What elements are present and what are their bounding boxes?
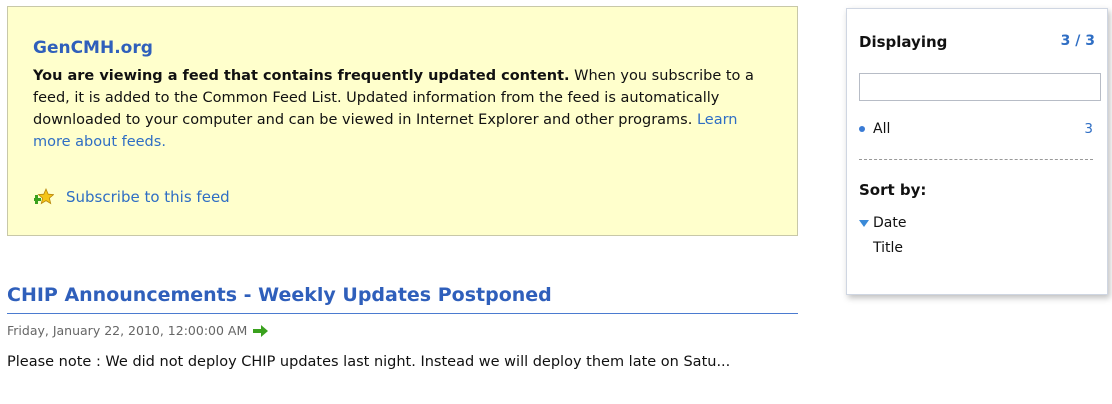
subscribe-label[interactable]: Subscribe to this feed	[66, 188, 230, 206]
divider	[859, 159, 1093, 160]
sort-option-title[interactable]: Title	[873, 240, 903, 256]
search-input[interactable]	[859, 73, 1101, 101]
filter-all-label[interactable]: All	[873, 121, 890, 137]
filter-all-row[interactable]: All 3	[859, 121, 1093, 137]
feed-description: You are viewing a feed that contains fre…	[33, 65, 771, 153]
displaying-label: Displaying	[859, 33, 948, 51]
sort-label: Sort by:	[859, 181, 927, 199]
displaying-row: Displaying 3 / 3	[859, 33, 1095, 51]
feed-site-title[interactable]: GenCMH.org	[33, 37, 771, 59]
subscribe-link[interactable]: Subscribe to this feed	[34, 188, 230, 206]
article-body: Please note : We did not deploy CHIP upd…	[7, 354, 731, 370]
bullet-icon	[859, 126, 865, 132]
filter-panel: Displaying 3 / 3 All 3 Sort by: Date Tit…	[846, 8, 1108, 295]
filter-all-count: 3	[1084, 121, 1093, 137]
sort-arrow-icon	[859, 219, 869, 227]
sort-option-date[interactable]: Date	[859, 215, 906, 231]
article-date: Friday, January 22, 2010, 12:00:00 AM	[7, 323, 248, 338]
article-date-row: Friday, January 22, 2010, 12:00:00 AM	[7, 323, 270, 338]
sort-date-label[interactable]: Date	[873, 215, 906, 231]
feed-info-box: GenCMH.org You are viewing a feed that c…	[7, 6, 798, 236]
article-title[interactable]: CHIP Announcements - Weekly Updates Post…	[7, 283, 798, 314]
star-plus-icon	[34, 188, 54, 205]
displaying-count: 3 / 3	[1060, 33, 1095, 49]
green-arrow-icon[interactable]	[252, 324, 270, 338]
feed-intro-bold: You are viewing a feed that contains fre…	[33, 68, 570, 84]
